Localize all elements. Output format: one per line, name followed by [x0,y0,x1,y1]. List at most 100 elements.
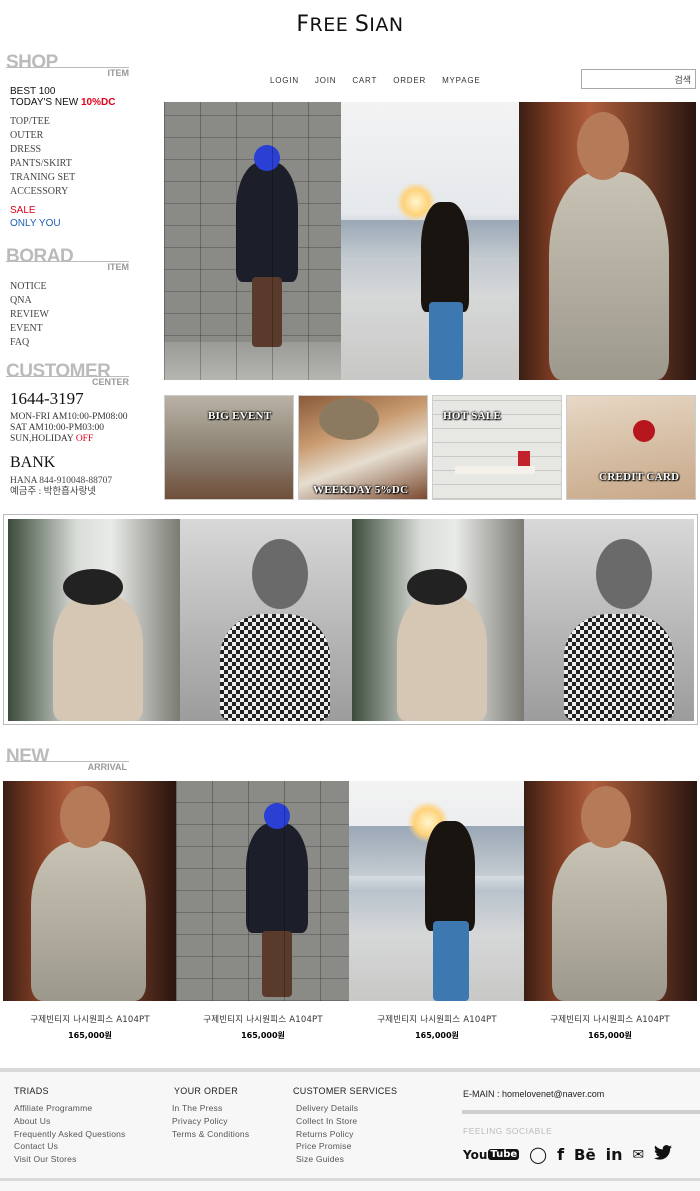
banner-weekday[interactable]: WEEKDAY 5%DC [298,395,428,500]
strip-photo-smile-2[interactable] [524,519,694,721]
search-input[interactable] [582,71,670,89]
divider [462,1110,700,1114]
new-arrival-sub: ARRIVAL [87,762,127,772]
nav-login[interactable]: LOGIN [270,76,299,85]
category-outer[interactable]: OUTER [10,129,75,143]
only-you-link[interactable]: ONLY YOU [10,218,61,229]
footer-col3-list: Delivery Details Collect In Store Return… [296,1102,358,1166]
board-faq[interactable]: FAQ [10,336,49,350]
sale-link[interactable]: SALE [10,205,36,216]
board-review[interactable]: REVIEW [10,308,49,322]
hat-shape [264,803,290,829]
footer-link-about[interactable]: About Us [14,1115,126,1128]
head-shape [577,112,629,180]
best-100-link[interactable]: BEST 100 [10,86,55,97]
footer-col1-title: TRIADS [14,1086,49,1096]
hero-photo-sun[interactable] [341,102,519,380]
category-pants-skirt[interactable]: PANTS/SKIRT [10,157,75,171]
footer-email[interactable]: E-MAIN : homelovenet@naver.com [463,1089,604,1099]
banner-hot-sale[interactable]: HOT SALE [432,395,562,500]
search-box: 검색 [581,69,696,89]
table-shape [455,466,535,474]
footer-bottom-bar [0,1178,700,1181]
nav-mypage[interactable]: MYPAGE [442,76,480,85]
footer-link-stores[interactable]: Visit Our Stores [14,1153,126,1166]
category-dress[interactable]: DRESS [10,143,75,157]
board-event[interactable]: EVENT [10,322,49,336]
product-image-1[interactable] [3,781,176,1001]
jeans-shape [433,921,469,1001]
hours-weekday: MON-FRI AM10:00-PM08:00 [10,412,128,422]
strip-photo-hat-2[interactable] [352,519,524,721]
product-name-1[interactable]: 구제빈티지 나시원피스 A104PT [3,1013,177,1025]
banner-credit-card[interactable]: CREDIT CARD [566,395,696,500]
footer-link-delivery[interactable]: Delivery Details [296,1102,358,1115]
footer-link-returns[interactable]: Returns Policy [296,1128,358,1141]
product-name-2[interactable]: 구제빈티지 나시원피스 A104PT [176,1013,350,1025]
strip-photo-smile-1[interactable] [180,519,352,721]
footer-link-collect[interactable]: Collect In Store [296,1115,358,1128]
board-list: NOTICE QNA REVIEW EVENT FAQ [10,280,49,350]
twitter-icon[interactable] [654,1145,673,1164]
new-arrival-title: NEW [6,746,49,767]
footer-link-privacy[interactable]: Privacy Policy [172,1115,249,1128]
hours-holiday: SUN,HOLIDAY OFF [10,434,94,444]
footer-link-faq[interactable]: Frequently Asked Questions [14,1128,126,1141]
hero-photo-brick[interactable] [519,102,696,380]
nav-join[interactable]: JOIN [315,76,336,85]
jeans-shape [429,302,463,380]
footer-link-affiliate[interactable]: Affiliate Programme [14,1102,126,1115]
hero-photo-wall[interactable] [164,102,341,380]
product-image-3[interactable] [349,781,524,1001]
strip-photo-hat-1[interactable] [8,519,180,721]
pavement-shape [164,342,341,380]
head-shape [596,539,652,609]
hours-saturday: SAT AM10:00-PM03:00 [10,423,105,433]
customer-sub: CENTER [91,377,129,387]
board-qna[interactable]: QNA [10,294,49,308]
twitter-bird-glyph [654,1145,673,1160]
category-top-tee[interactable]: TOP/TEE [10,115,75,129]
mail-icon[interactable]: ✉ [633,1147,645,1163]
banner-big-event[interactable]: BIG EVENT [164,395,294,500]
todays-new-link[interactable]: TODAY'S NEW 10%DC [10,97,115,108]
facebook-icon[interactable]: f [557,1145,564,1164]
head-shape [252,539,308,609]
category-traning-set[interactable]: TRANING SET [10,171,75,185]
linkedin-icon[interactable]: in [606,1145,623,1164]
site-logo[interactable]: FREE SIAN [0,12,700,37]
footer-link-size[interactable]: Size Guides [296,1153,358,1166]
nav-order[interactable]: ORDER [393,76,426,85]
footer-link-contact[interactable]: Contact Us [14,1140,126,1153]
footer-col2-list: In The Press Privacy Policy Terms & Cond… [172,1102,249,1140]
figure-shape [397,594,487,721]
footer-col2-title: YOUR ORDER [174,1086,239,1096]
product-name-4[interactable]: 구제빈티지 나시원피스 A104PT [523,1013,697,1025]
boots-shape [252,277,282,347]
shop-title: SHOP [6,52,58,73]
search-button[interactable]: 검색 [674,73,691,86]
dress-shape [549,172,669,380]
bank-holder: 예금주 : 박한흡사랑넷 [10,487,97,497]
hat-shape [319,398,379,440]
shop-sub: ITEM [107,68,130,78]
behance-icon[interactable]: Bē [574,1146,596,1164]
product-image-2[interactable] [176,781,349,1001]
chat-icon[interactable]: ◯ [529,1145,547,1164]
object-shape [518,451,530,466]
head-shape [60,786,110,848]
footer-link-price[interactable]: Price Promise [296,1140,358,1153]
social-icons: You Tube ◯ f Bē in ✉ [463,1145,673,1164]
footer-col1-list: Affiliate Programme About Us Frequently … [14,1102,126,1166]
youtube-icon[interactable]: You Tube [463,1148,520,1162]
top-nav: LOGIN JOIN CART ORDER MYPAGE [270,76,497,85]
product-image-4[interactable] [524,781,697,1001]
board-notice[interactable]: NOTICE [10,280,49,294]
top-shape [220,614,330,721]
nav-cart[interactable]: CART [352,76,377,85]
category-accessory[interactable]: ACCESSORY [10,185,75,199]
footer-link-terms[interactable]: Terms & Conditions [172,1128,249,1141]
product-name-3[interactable]: 구제빈티지 나시원피스 A104PT [350,1013,524,1025]
phone-number: 1644-3197 [10,389,84,408]
footer-link-press[interactable]: In The Press [172,1102,249,1115]
